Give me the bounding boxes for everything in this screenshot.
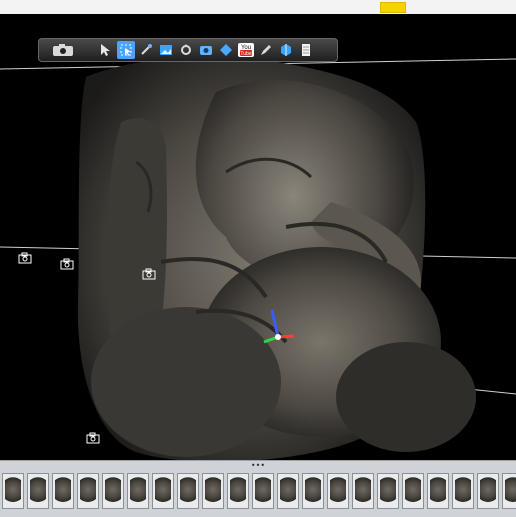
select-box-icon bbox=[120, 44, 132, 56]
photo-thumbnail-image bbox=[255, 477, 271, 505]
photo-thumbnail[interactable] bbox=[277, 473, 299, 509]
photo-thumbnail[interactable] bbox=[452, 473, 474, 509]
cube-icon bbox=[281, 44, 291, 56]
thumbnail-strip: ••• bbox=[0, 460, 516, 517]
photo-thumbnail[interactable] bbox=[227, 473, 249, 509]
report-button[interactable] bbox=[297, 41, 315, 59]
diamond-icon bbox=[220, 44, 232, 56]
photo-thumbnail[interactable] bbox=[327, 473, 349, 509]
photo-thumbnail-image bbox=[230, 477, 246, 505]
select-button[interactable] bbox=[97, 41, 115, 59]
photo-thumbnail[interactable] bbox=[127, 473, 149, 509]
photo-thumbnail[interactable] bbox=[102, 473, 124, 509]
photo-thumbnail[interactable] bbox=[302, 473, 324, 509]
svg-text:Tube: Tube bbox=[240, 51, 251, 57]
draw-button[interactable] bbox=[257, 41, 275, 59]
orbit-icon bbox=[181, 44, 191, 55]
box-select-button[interactable] bbox=[117, 41, 135, 59]
photo-thumbnail-image bbox=[455, 477, 471, 505]
magic-wand-icon bbox=[141, 44, 152, 55]
toolbar-highlight bbox=[380, 2, 406, 13]
photo-thumbnail-image bbox=[405, 477, 421, 505]
photo-thumbnail[interactable] bbox=[352, 473, 374, 509]
photo-button[interactable] bbox=[157, 41, 175, 59]
pen-icon bbox=[261, 45, 271, 55]
screenshot-icon bbox=[200, 46, 212, 55]
3d-viewport[interactable]: You Tube bbox=[0, 14, 516, 460]
document-icon bbox=[302, 44, 310, 56]
camera-button[interactable] bbox=[43, 41, 83, 59]
photo-thumbnail[interactable] bbox=[27, 473, 49, 509]
orbit-button[interactable] bbox=[177, 41, 195, 59]
photo-thumbnail-image bbox=[55, 477, 71, 505]
cube-button[interactable] bbox=[277, 41, 295, 59]
photo-icon bbox=[160, 45, 172, 55]
photo-thumbnail[interactable] bbox=[377, 473, 399, 509]
thumbnail-list bbox=[0, 473, 516, 517]
photo-thumbnail[interactable] bbox=[427, 473, 449, 509]
photo-thumbnail[interactable] bbox=[402, 473, 424, 509]
youtube-icon: You Tube bbox=[238, 43, 254, 57]
viewer-toolbar: You Tube bbox=[38, 38, 338, 62]
photo-thumbnail-image bbox=[205, 477, 221, 505]
magic-select-button[interactable] bbox=[137, 41, 155, 59]
photo-thumbnail[interactable] bbox=[477, 473, 499, 509]
photo-thumbnail-image bbox=[155, 477, 171, 505]
photo-thumbnail-image bbox=[105, 477, 121, 505]
photo-thumbnail-image bbox=[305, 477, 321, 505]
photo-thumbnail[interactable] bbox=[2, 473, 24, 509]
thumbnail-strip-grip[interactable]: ••• bbox=[250, 462, 266, 470]
photo-thumbnail-image bbox=[480, 477, 496, 505]
camera-icon bbox=[53, 44, 73, 56]
ganesha-statue-model[interactable] bbox=[76, 52, 476, 460]
photo-thumbnail-image bbox=[130, 477, 146, 505]
photo-thumbnail[interactable] bbox=[77, 473, 99, 509]
camera-position-icon[interactable] bbox=[86, 432, 102, 444]
photo-thumbnail[interactable] bbox=[177, 473, 199, 509]
photo-thumbnail-image bbox=[505, 477, 516, 505]
photo-thumbnail-image bbox=[5, 477, 21, 505]
photo-thumbnail-image bbox=[180, 477, 196, 505]
photo-thumbnail-image bbox=[330, 477, 346, 505]
pointer-icon bbox=[101, 44, 110, 56]
camera-position-icon[interactable] bbox=[18, 252, 34, 264]
photo-thumbnail[interactable] bbox=[502, 473, 516, 509]
photo-thumbnail-image bbox=[280, 477, 296, 505]
camera-position-icon[interactable] bbox=[142, 268, 158, 280]
photo-thumbnail[interactable] bbox=[202, 473, 224, 509]
screenshot-button[interactable] bbox=[197, 41, 215, 59]
photo-thumbnail[interactable] bbox=[152, 473, 174, 509]
photo-thumbnail-image bbox=[80, 477, 96, 505]
photo-thumbnail[interactable] bbox=[252, 473, 274, 509]
photo-thumbnail-image bbox=[380, 477, 396, 505]
photo-thumbnail-image bbox=[430, 477, 446, 505]
model-button[interactable] bbox=[217, 41, 235, 59]
youtube-button[interactable]: You Tube bbox=[237, 41, 255, 59]
photo-thumbnail-image bbox=[355, 477, 371, 505]
top-strip bbox=[0, 0, 516, 15]
camera-position-icon[interactable] bbox=[60, 258, 76, 270]
photo-thumbnail[interactable] bbox=[52, 473, 74, 509]
photo-thumbnail-image bbox=[30, 477, 46, 505]
